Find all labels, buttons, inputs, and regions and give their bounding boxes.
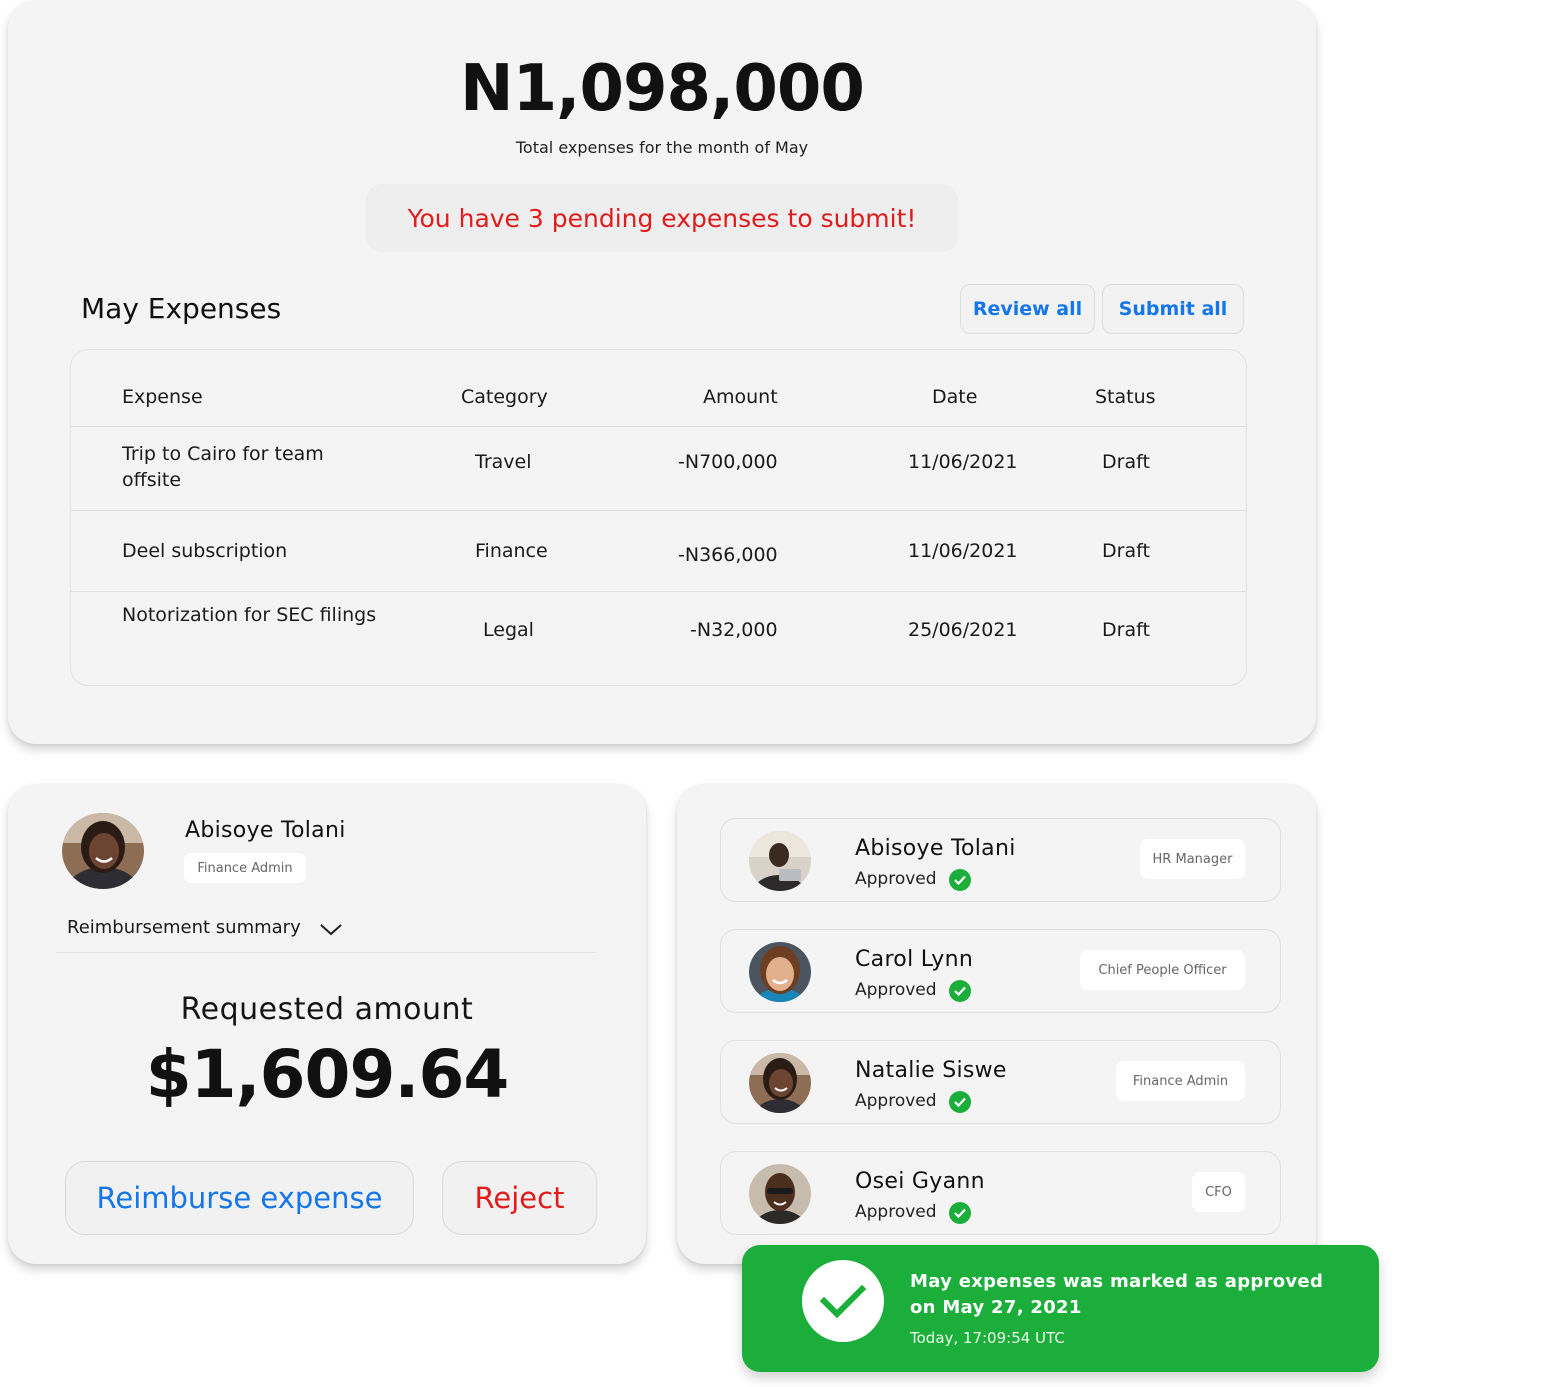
row-divider	[71, 591, 1246, 592]
column-header-date[interactable]: Date	[932, 386, 977, 408]
role-badge: Chief People Officer	[1080, 950, 1245, 990]
pending-expenses-banner: You have 3 pending expenses to submit!	[366, 184, 958, 252]
expense-amount: -N32,000	[690, 619, 778, 641]
total-expenses-amount: N1,098,000	[460, 52, 865, 126]
expense-name: Deel subscription	[122, 540, 288, 562]
total-expenses-caption: Total expenses for the month of May	[515, 138, 809, 157]
avatar	[749, 1053, 811, 1113]
approver-name: Carol Lynn	[855, 947, 974, 972]
column-header-amount[interactable]: Amount	[703, 386, 778, 408]
approver-item[interactable]: Osei Gyann Approved CFO	[720, 1151, 1281, 1235]
toast-message: May expenses was marked as approved on M…	[910, 1271, 1324, 1318]
requested-amount-label: Requested amount	[180, 992, 474, 1027]
role-badge: CFO	[1192, 1172, 1245, 1212]
column-header-category[interactable]: Category	[461, 386, 548, 408]
checkmark-icon	[819, 1284, 867, 1319]
submit-all-button[interactable]: Submit all	[1102, 284, 1244, 334]
expense-category: Travel	[475, 451, 532, 473]
divider	[56, 952, 596, 953]
section-title: May Expenses	[81, 292, 282, 325]
expense-category: Finance	[475, 540, 548, 562]
expense-date: 11/06/2021	[908, 451, 1018, 473]
role-badge: Finance Admin	[184, 853, 306, 883]
expense-amount: -N366,000	[678, 544, 778, 566]
toast-timestamp: Today, 17:09:54 UTC	[910, 1329, 1065, 1347]
role-badge: Finance Admin	[1116, 1061, 1245, 1101]
toast-icon-circle	[802, 1260, 884, 1342]
avatar	[749, 1164, 811, 1224]
approval-toast: May expenses was marked as approved on M…	[742, 1245, 1379, 1372]
avatar	[749, 942, 811, 1002]
column-header-status[interactable]: Status	[1095, 386, 1156, 408]
approver-item[interactable]: Abisoye Tolani Approved HR Manager	[720, 818, 1281, 902]
check-circle-icon	[949, 1202, 971, 1224]
review-all-button[interactable]: Review all	[960, 284, 1095, 334]
chevron-down-icon[interactable]	[319, 923, 343, 937]
reject-button[interactable]: Reject	[442, 1161, 597, 1235]
expense-category: Legal	[483, 619, 534, 641]
expense-amount: -N700,000	[678, 451, 778, 473]
approvers-card: Abisoye Tolani Approved HR Manager Carol…	[677, 784, 1316, 1264]
approval-status: Approved	[855, 869, 937, 889]
reimbursement-summary-label: Reimbursement summary	[67, 917, 301, 938]
approver-name: Natalie Siswe	[855, 1058, 1007, 1083]
row-divider	[71, 426, 1246, 427]
approval-status: Approved	[855, 980, 937, 1000]
check-circle-icon	[949, 1091, 971, 1113]
expense-date: 25/06/2021	[908, 619, 1018, 641]
requested-amount: $1,609.64	[145, 1036, 510, 1113]
expense-status: Draft	[1102, 619, 1150, 641]
approver-item[interactable]: Natalie Siswe Approved Finance Admin	[720, 1040, 1281, 1124]
reimburse-expense-button[interactable]: Reimburse expense	[65, 1161, 414, 1235]
approval-status: Approved	[855, 1202, 937, 1222]
user-name: Abisoye Tolani	[185, 818, 346, 843]
row-divider	[71, 510, 1246, 511]
role-badge: HR Manager	[1140, 839, 1245, 879]
expense-status: Draft	[1102, 540, 1150, 562]
avatar	[749, 831, 811, 891]
expenses-summary-card: N1,098,000 Total expenses for the month …	[8, 0, 1316, 744]
reimbursement-card: Abisoye Tolani Finance Admin Reimburseme…	[8, 784, 646, 1264]
avatar	[62, 813, 144, 889]
reimbursement-summary-toggle[interactable]: Reimbursement summary	[67, 917, 301, 938]
expense-date: 11/06/2021	[908, 540, 1018, 562]
approver-item[interactable]: Carol Lynn Approved Chief People Officer	[720, 929, 1281, 1013]
check-circle-icon	[949, 980, 971, 1002]
expense-name: Trip to Cairo for team offsite	[122, 443, 324, 491]
expense-name: Notorization for SEC filings	[122, 604, 377, 626]
expenses-table: Expense Category Amount Date Status Trip…	[70, 349, 1247, 686]
approver-name: Osei Gyann	[855, 1169, 985, 1194]
check-circle-icon	[949, 869, 971, 891]
approval-status: Approved	[855, 1091, 937, 1111]
expense-status: Draft	[1102, 451, 1150, 473]
pending-expenses-message: You have 3 pending expenses to submit!	[407, 203, 917, 233]
approver-name: Abisoye Tolani	[855, 836, 1016, 861]
column-header-expense[interactable]: Expense	[122, 386, 203, 408]
